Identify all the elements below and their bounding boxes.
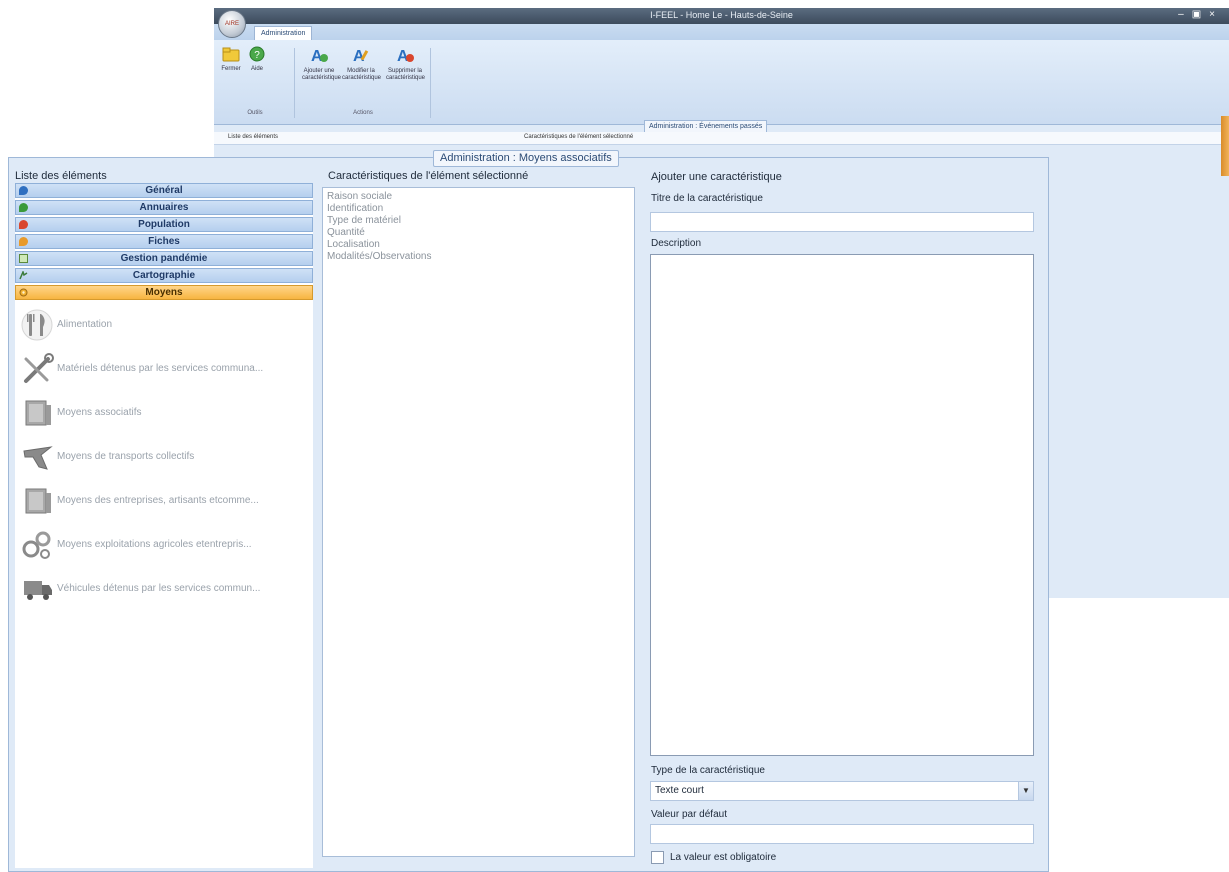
gears-icon [22, 531, 51, 559]
add-characteristic-panel: Ajouter une caractéristique Titre de la … [645, 168, 1045, 868]
help-icon: ? [249, 46, 265, 62]
description-textarea[interactable] [650, 254, 1034, 756]
admin-dialog: Administration : Moyens associatifs List… [8, 150, 1049, 872]
delete-characteristic-button[interactable]: A Supprimer la caractéristique [386, 46, 425, 82]
list-item-materiels[interactable]: Matériels détenus par les services commu… [15, 353, 313, 386]
edit-characteristic-icon: A [353, 48, 369, 64]
list-item[interactable]: Type de matériel [327, 215, 630, 227]
list-item[interactable]: Quantité [327, 227, 630, 239]
type-select-value: Texte court [655, 785, 704, 796]
list-item[interactable]: Localisation [327, 239, 630, 251]
map-pin-icon [19, 271, 28, 280]
default-value-input[interactable] [650, 824, 1034, 844]
chat-green-icon [19, 203, 28, 212]
list-item-entreprises[interactable]: Moyens des entreprises, artisants etcomm… [15, 485, 313, 518]
side-tab[interactable] [1221, 116, 1229, 176]
category-moyens[interactable]: Moyens [15, 285, 313, 300]
add-characteristic-header: Ajouter une caractéristique [651, 171, 782, 183]
list-item-moyens-associatifs[interactable]: Moyens associatifs [15, 397, 313, 430]
book-icon [25, 488, 51, 514]
book-icon [25, 400, 51, 426]
chart-icon [19, 254, 28, 263]
ribbon-separator [430, 48, 431, 118]
title-input[interactable] [650, 212, 1034, 232]
background-characteristics-header: Caractéristiques de l'élément sélectionn… [524, 134, 634, 140]
delete-characteristic-icon: A [397, 48, 414, 64]
list-item-vehicules[interactable]: Véhicules détenus par les services commu… [15, 573, 313, 606]
maximize-icon[interactable]: ▣ [1192, 9, 1209, 20]
list-item-alimentation[interactable]: Alimentation [15, 309, 313, 342]
list-item[interactable]: Modalités/Observations [327, 251, 630, 263]
close-button[interactable]: Fermer [220, 46, 242, 73]
close-icon[interactable]: × [1209, 9, 1223, 20]
ribbon-tabs: Administration [214, 24, 1229, 40]
group-label-actions: Actions [353, 110, 373, 116]
tools-icon [24, 353, 54, 383]
edit-characteristic-button[interactable]: A Modifier la caractéristique [342, 46, 381, 82]
folder-icon [222, 47, 240, 62]
tab-administration[interactable]: Administration [254, 26, 313, 40]
list-item[interactable]: Identification [327, 203, 630, 215]
dialog-title: Administration : Moyens associatifs [433, 150, 619, 167]
type-select[interactable]: Texte court ▼ [650, 781, 1034, 801]
title-bar: I-FEEL - Home Le - Hauts-de-Seine –▣× [214, 8, 1229, 24]
description-label: Description [651, 238, 702, 249]
add-characteristic-button[interactable]: A Ajouter une caractéristique [302, 46, 341, 82]
minimize-icon[interactable]: – [1178, 9, 1192, 20]
type-label: Type de la caractéristique [651, 765, 765, 776]
chat-red-icon [19, 220, 28, 229]
list-header: Liste des éléments [15, 170, 107, 182]
svg-text:?: ? [254, 50, 260, 61]
category-cartographie[interactable]: Cartographie [15, 268, 313, 283]
element-list: Général Annuaires Population Fiches Gest… [15, 183, 313, 868]
add-characteristic-icon: A [311, 48, 328, 64]
chat-orange-icon [19, 237, 28, 246]
category-fiches[interactable]: Fiches [15, 234, 313, 249]
characteristics-header: Caractéristiques de l'élément sélectionn… [328, 170, 529, 182]
ribbon-separator [294, 48, 295, 118]
mandatory-label: La valeur est obligatoire [670, 852, 777, 863]
characteristics-list[interactable]: Raison sociale Identification Type de ma… [322, 187, 635, 857]
list-item[interactable]: Raison sociale [327, 191, 630, 203]
background-list-header: Liste des éléments [228, 134, 279, 140]
default-value-label: Valeur par défaut [651, 809, 727, 820]
category-gestion-pandemie[interactable]: Gestion pandémie [15, 251, 313, 266]
window-controls[interactable]: –▣× [1178, 9, 1223, 20]
gear-icon [19, 288, 28, 297]
mandatory-checkbox-row[interactable]: La valeur est obligatoire [651, 851, 776, 864]
group-label-tools: Outils [247, 110, 263, 116]
background-header-strip: Liste des éléments Caractéristiques de l… [214, 132, 1229, 145]
window-title: I-FEEL - Home Le - Hauts-de-Seine [650, 10, 793, 20]
title-label: Titre de la caractéristique [651, 193, 763, 204]
category-population[interactable]: Population [15, 217, 313, 232]
app-orb-button[interactable]: AIRE [218, 10, 246, 38]
fork-knife-icon [21, 309, 53, 341]
chevron-down-icon[interactable]: ▼ [1018, 782, 1033, 800]
help-button[interactable]: ? Aide [246, 46, 268, 73]
plane-icon [23, 446, 53, 470]
chat-blue-icon [19, 186, 28, 195]
ribbon: Fermer ? Aide A Ajouter une caractéristi… [214, 40, 1229, 125]
category-annuaires[interactable]: Annuaires [15, 200, 313, 215]
list-item-exploitations[interactable]: Moyens exploitations agricoles etentrepr… [15, 529, 313, 562]
mandatory-checkbox[interactable] [651, 851, 664, 864]
list-item-transports[interactable]: Moyens de transports collectifs [15, 441, 313, 474]
truck-icon [24, 581, 52, 600]
category-general[interactable]: Général [15, 183, 313, 198]
